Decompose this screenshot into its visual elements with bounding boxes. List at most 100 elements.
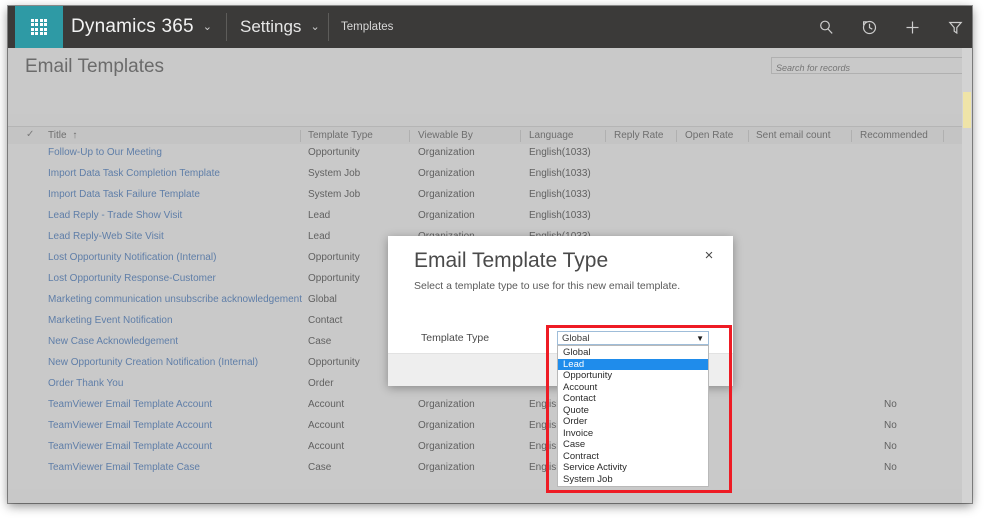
row-template-type: Account — [308, 399, 344, 410]
row-template-type: System Job — [308, 168, 360, 179]
table-row[interactable]: Follow-Up to Our MeetingOpportunityOrgan… — [8, 144, 972, 165]
dialog-subtitle: Select a template type to use for this n… — [414, 280, 680, 292]
chevron-down-icon: ⌄ — [310, 22, 319, 33]
row-title-link[interactable]: TeamViewer Email Template Account — [48, 420, 212, 431]
row-title-link[interactable]: TeamViewer Email Template Account — [48, 399, 212, 410]
search-icon[interactable] — [818, 19, 835, 36]
column-header-reply-rate[interactable]: Reply Rate — [614, 130, 663, 141]
nav-app-label: Dynamics 365 — [71, 16, 194, 38]
row-title-link[interactable]: Order Thank You — [48, 378, 123, 389]
column-header-template-type[interactable]: Template Type — [308, 130, 373, 141]
table-row[interactable]: Import Data Task Failure Template System … — [8, 186, 972, 207]
row-template-type: Opportunity — [308, 357, 360, 368]
template-type-option-list: GlobalLeadOpportunityAccountContactQuote… — [557, 345, 709, 487]
row-title-link[interactable]: Marketing Event Notification — [48, 315, 173, 326]
row-title-link[interactable]: Marketing communication unsubscribe ackn… — [48, 294, 302, 305]
template-type-field-label: Template Type — [421, 332, 489, 344]
option-contract[interactable]: Contract — [558, 451, 708, 463]
search-records-box[interactable] — [771, 57, 963, 74]
row-viewable-by: Organization — [418, 147, 475, 158]
nav-area-settings[interactable]: Settings ⌄ — [240, 6, 320, 48]
row-recommended: No — [884, 420, 897, 431]
row-recommended: No — [884, 441, 897, 452]
row-template-type: Account — [308, 441, 344, 452]
column-header-language[interactable]: Language — [529, 130, 574, 141]
row-template-type: Global — [308, 294, 337, 305]
row-language: English(1033) — [529, 189, 591, 200]
column-header-sent-email-count[interactable]: Sent email count — [756, 130, 831, 141]
row-template-type: System Job — [308, 189, 360, 200]
row-template-type: Case — [308, 336, 331, 347]
row-title-link[interactable]: Import Data Task Completion Template — [48, 168, 220, 179]
filter-icon[interactable] — [947, 19, 964, 36]
row-title-link[interactable]: Lead Reply-Web Site Visit — [48, 231, 164, 242]
option-order[interactable]: Order — [558, 416, 708, 428]
breadcrumb-templates[interactable]: Templates — [341, 6, 393, 48]
row-title-link[interactable]: Lead Reply - Trade Show Visit — [48, 210, 182, 221]
col-divider-4 — [605, 130, 606, 142]
table-row[interactable]: Lead Reply - Trade Show VisitLeadOrganiz… — [8, 207, 972, 228]
recent-icon[interactable] — [861, 19, 878, 36]
grid-header-row: ✓ Title ↑ Template Type Viewable By Lang… — [8, 126, 972, 146]
add-icon[interactable] — [904, 19, 921, 36]
app-window: Dynamics 365 ⌄ Settings ⌄ Templates — [8, 6, 972, 503]
column-header-title[interactable]: Title ↑ — [48, 130, 77, 141]
row-title-link[interactable]: New Case Acknowledgement — [48, 336, 178, 347]
column-header-recommended[interactable]: Recommended — [860, 130, 928, 141]
page-header: Email Templates New — [8, 48, 972, 114]
breadcrumb-label: Templates — [341, 21, 393, 33]
app-launcher-button[interactable] — [15, 6, 63, 48]
select-all-checkbox[interactable]: ✓ — [26, 129, 37, 140]
vertical-scrollbar[interactable] — [962, 48, 972, 503]
option-account[interactable]: Account — [558, 382, 708, 394]
column-header-open-rate[interactable]: Open Rate — [685, 130, 733, 141]
row-language: English(1033) — [529, 147, 591, 158]
table-row[interactable]: Import Data Task Completion Template Syst… — [8, 165, 972, 186]
row-recommended: No — [884, 462, 897, 473]
row-viewable-by: Organization — [418, 189, 475, 200]
row-template-type: Order — [308, 378, 334, 389]
row-title-link[interactable]: Import Data Task Failure Template — [48, 189, 200, 200]
option-global[interactable]: Global — [558, 347, 708, 359]
row-title-link[interactable]: TeamViewer Email Template Case — [48, 462, 200, 473]
table-row[interactable]: TeamViewer Email Template CaseCaseOrgani… — [8, 459, 972, 480]
waffle-icon — [31, 19, 48, 36]
column-header-viewable-by[interactable]: Viewable By — [418, 130, 473, 141]
option-invoice[interactable]: Invoice — [558, 428, 708, 440]
sort-ascending-icon: ↑ — [72, 130, 77, 141]
row-recommended: No — [884, 399, 897, 410]
close-icon[interactable]: × — [701, 248, 717, 264]
option-lead[interactable]: Lead — [558, 359, 708, 371]
row-template-type: Opportunity — [308, 252, 360, 263]
nav-icon-group — [818, 6, 964, 48]
col-divider-6 — [748, 130, 749, 142]
option-service-activity[interactable]: Service Activity — [558, 462, 708, 474]
page-title: Email Templates — [25, 56, 164, 78]
nav-app-name[interactable]: Dynamics 365 ⌄ — [71, 6, 212, 48]
option-contact[interactable]: Contact — [558, 393, 708, 405]
table-row[interactable]: TeamViewer Email Template Account Account… — [8, 438, 972, 459]
option-quote[interactable]: Quote — [558, 405, 708, 417]
row-title-link[interactable]: New Opportunity Creation Notification (I… — [48, 357, 258, 368]
search-input[interactable] — [772, 61, 962, 76]
nav-area-label: Settings — [240, 17, 301, 37]
col-divider-5 — [676, 130, 677, 142]
row-title-link[interactable]: Follow-Up to Our Meeting — [48, 147, 162, 158]
row-template-type: Lead — [308, 210, 330, 221]
chevron-down-icon: ⌄ — [203, 22, 212, 33]
table-row[interactable]: TeamViewer Email Template Account Account… — [8, 396, 972, 417]
option-opportunity[interactable]: Opportunity — [558, 370, 708, 382]
dialog-title: Email Template Type — [414, 249, 608, 273]
row-title-link[interactable]: Lost Opportunity Response-Customer — [48, 273, 216, 284]
row-title-link[interactable]: Lost Opportunity Notification (Internal) — [48, 252, 216, 263]
option-case[interactable]: Case — [558, 439, 708, 451]
row-language: English(1033) — [529, 168, 591, 179]
top-navigation-bar: Dynamics 365 ⌄ Settings ⌄ Templates — [8, 6, 972, 48]
row-title-link[interactable]: TeamViewer Email Template Account — [48, 441, 212, 452]
vertical-scrollbar-thumb[interactable] — [963, 92, 971, 128]
col-divider-7 — [851, 130, 852, 142]
row-viewable-by: Organization — [418, 420, 475, 431]
table-row[interactable]: TeamViewer Email Template AccountAccount… — [8, 417, 972, 438]
option-system-job[interactable]: System Job — [558, 474, 708, 486]
nav-divider-2 — [328, 13, 329, 41]
